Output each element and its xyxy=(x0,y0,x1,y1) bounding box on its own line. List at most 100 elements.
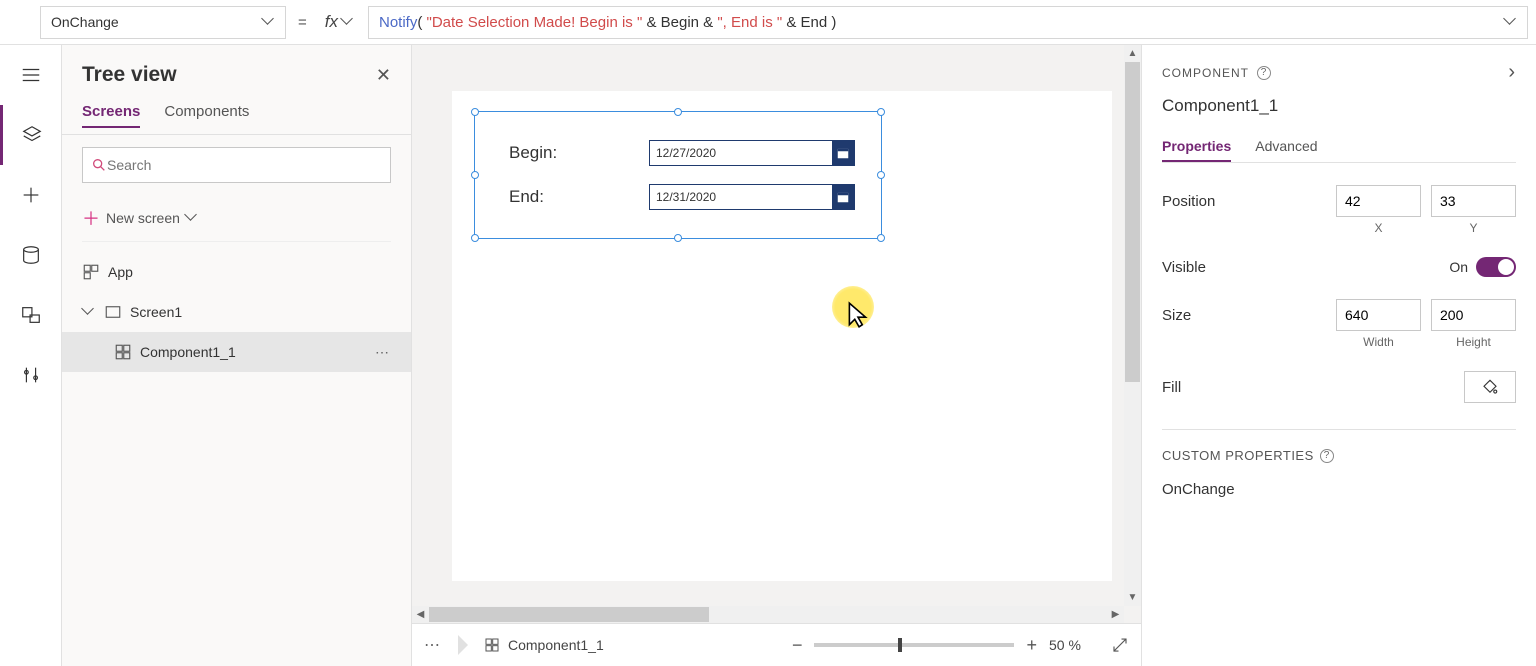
more-icon[interactable]: ⋯ xyxy=(375,344,391,361)
rail-hamburger[interactable] xyxy=(0,45,62,105)
zoom-in-button[interactable]: + xyxy=(1026,635,1037,656)
chevron-right-icon[interactable]: › xyxy=(1508,61,1516,84)
zoom-out-button[interactable]: − xyxy=(792,635,803,656)
position-y-input[interactable] xyxy=(1431,185,1516,217)
position-x-sublabel: X xyxy=(1336,221,1421,235)
bottom-bar: ⋯ Component1_1 − + 50 % xyxy=(412,623,1141,666)
size-width-sublabel: Width xyxy=(1336,335,1421,349)
zoom-slider[interactable] xyxy=(814,643,1014,647)
scroll-thumb[interactable] xyxy=(1125,62,1140,382)
size-height-sublabel: Height xyxy=(1431,335,1516,349)
tree-item-label: App xyxy=(108,264,133,280)
layers-icon xyxy=(21,124,43,146)
expand-icon[interactable] xyxy=(1111,636,1129,654)
component-header: COMPONENT xyxy=(1162,66,1249,80)
fill-label: Fill xyxy=(1162,379,1464,396)
begin-date-value: 12/27/2020 xyxy=(650,146,832,160)
resize-handle[interactable] xyxy=(877,234,885,242)
tree-search[interactable] xyxy=(82,147,391,183)
slider-knob[interactable] xyxy=(898,638,902,652)
formula-bar: OnChange = fx Notify( "Date Selection Ma… xyxy=(0,0,1536,45)
end-date-input[interactable]: 12/31/2020 xyxy=(649,184,855,210)
tree-title: Tree view xyxy=(82,63,177,87)
more-icon[interactable]: ⋯ xyxy=(424,635,442,655)
new-screen-label: New screen xyxy=(106,210,180,226)
tree-item-app[interactable]: App xyxy=(62,252,411,292)
resize-handle[interactable] xyxy=(471,171,479,179)
selected-component[interactable]: Begin: 12/27/2020 End: 12/31/2020 xyxy=(474,111,882,239)
zoom-value: 50 % xyxy=(1049,637,1099,653)
resize-handle[interactable] xyxy=(674,234,682,242)
tab-advanced[interactable]: Advanced xyxy=(1255,132,1317,162)
calendar-icon[interactable] xyxy=(832,140,854,166)
resize-handle[interactable] xyxy=(471,234,479,242)
tab-screens[interactable]: Screens xyxy=(82,97,140,128)
chevron-down-icon xyxy=(342,16,354,28)
screen-canvas[interactable]: Begin: 12/27/2020 End: 12/31/2020 xyxy=(452,91,1112,581)
component-name: Component1_1 xyxy=(1162,96,1516,116)
paint-icon xyxy=(1481,378,1499,396)
begin-label: Begin: xyxy=(509,143,569,163)
custom-properties-header: CUSTOM PROPERTIES xyxy=(1162,448,1314,463)
expand-formula-icon[interactable] xyxy=(1505,16,1517,28)
equals-sign: = xyxy=(294,14,311,31)
fill-picker[interactable] xyxy=(1464,371,1516,403)
rail-settings[interactable] xyxy=(0,345,62,405)
scroll-left-icon[interactable]: ◀ xyxy=(412,606,429,623)
tree-item-label: Component1_1 xyxy=(140,344,236,360)
sliders-icon xyxy=(20,364,42,386)
tab-properties[interactable]: Properties xyxy=(1162,132,1231,162)
breadcrumb-label: Component1_1 xyxy=(508,637,604,653)
rail-insert[interactable] xyxy=(0,165,62,225)
begin-date-input[interactable]: 12/27/2020 xyxy=(649,140,855,166)
fx-label: fx xyxy=(325,12,338,32)
properties-panel: COMPONENT ? › Component1_1 Properties Ad… xyxy=(1141,45,1536,666)
scroll-right-icon[interactable]: ▶ xyxy=(1107,606,1124,623)
custom-property-onchange[interactable]: OnChange xyxy=(1162,481,1516,498)
help-icon[interactable]: ? xyxy=(1320,449,1334,463)
cursor-icon xyxy=(847,301,869,329)
rail-tree-view[interactable] xyxy=(0,105,62,165)
position-y-sublabel: Y xyxy=(1431,221,1516,235)
position-x-input[interactable] xyxy=(1336,185,1421,217)
property-selector-value: OnChange xyxy=(51,14,119,30)
tab-components[interactable]: Components xyxy=(164,97,249,128)
resize-handle[interactable] xyxy=(471,108,479,116)
divider xyxy=(1162,429,1516,430)
scroll-up-icon[interactable]: ▲ xyxy=(1124,45,1141,62)
chevron-down-icon[interactable] xyxy=(82,305,96,319)
formula-input[interactable]: Notify( "Date Selection Made! Begin is "… xyxy=(368,6,1528,39)
fx-button[interactable]: fx xyxy=(319,12,360,32)
close-icon[interactable]: ✕ xyxy=(376,65,391,86)
visible-label: Visible xyxy=(1162,259,1449,276)
tree-item-screen1[interactable]: Screen1 xyxy=(62,292,411,332)
size-height-input[interactable] xyxy=(1431,299,1516,331)
resize-handle[interactable] xyxy=(674,108,682,116)
visible-value: On xyxy=(1449,259,1468,275)
size-width-input[interactable] xyxy=(1336,299,1421,331)
property-selector[interactable]: OnChange xyxy=(40,6,286,39)
new-screen-button[interactable]: ＋ New screen xyxy=(82,201,391,242)
database-icon xyxy=(20,244,42,266)
breadcrumb[interactable]: Component1_1 xyxy=(484,637,604,653)
search-input[interactable] xyxy=(107,157,382,173)
size-label: Size xyxy=(1162,307,1336,324)
help-icon[interactable]: ? xyxy=(1257,66,1271,80)
visible-toggle[interactable] xyxy=(1476,257,1516,277)
position-label: Position xyxy=(1162,193,1336,210)
chevron-down-icon xyxy=(263,16,275,28)
calendar-icon[interactable] xyxy=(832,184,854,210)
end-date-value: 12/31/2020 xyxy=(650,190,832,204)
scroll-down-icon[interactable]: ▼ xyxy=(1124,589,1141,606)
vertical-scrollbar[interactable]: ▲ ▼ xyxy=(1124,45,1141,606)
component-icon xyxy=(114,343,132,361)
scroll-thumb[interactable] xyxy=(429,607,709,622)
resize-handle[interactable] xyxy=(877,108,885,116)
rail-data[interactable] xyxy=(0,225,62,285)
horizontal-scrollbar[interactable]: ◀ ▶ xyxy=(412,606,1124,623)
rail-media[interactable] xyxy=(0,285,62,345)
screen-icon xyxy=(104,303,122,321)
resize-handle[interactable] xyxy=(877,171,885,179)
tree-item-component[interactable]: Component1_1 ⋯ xyxy=(62,332,411,372)
end-label: End: xyxy=(509,187,569,207)
